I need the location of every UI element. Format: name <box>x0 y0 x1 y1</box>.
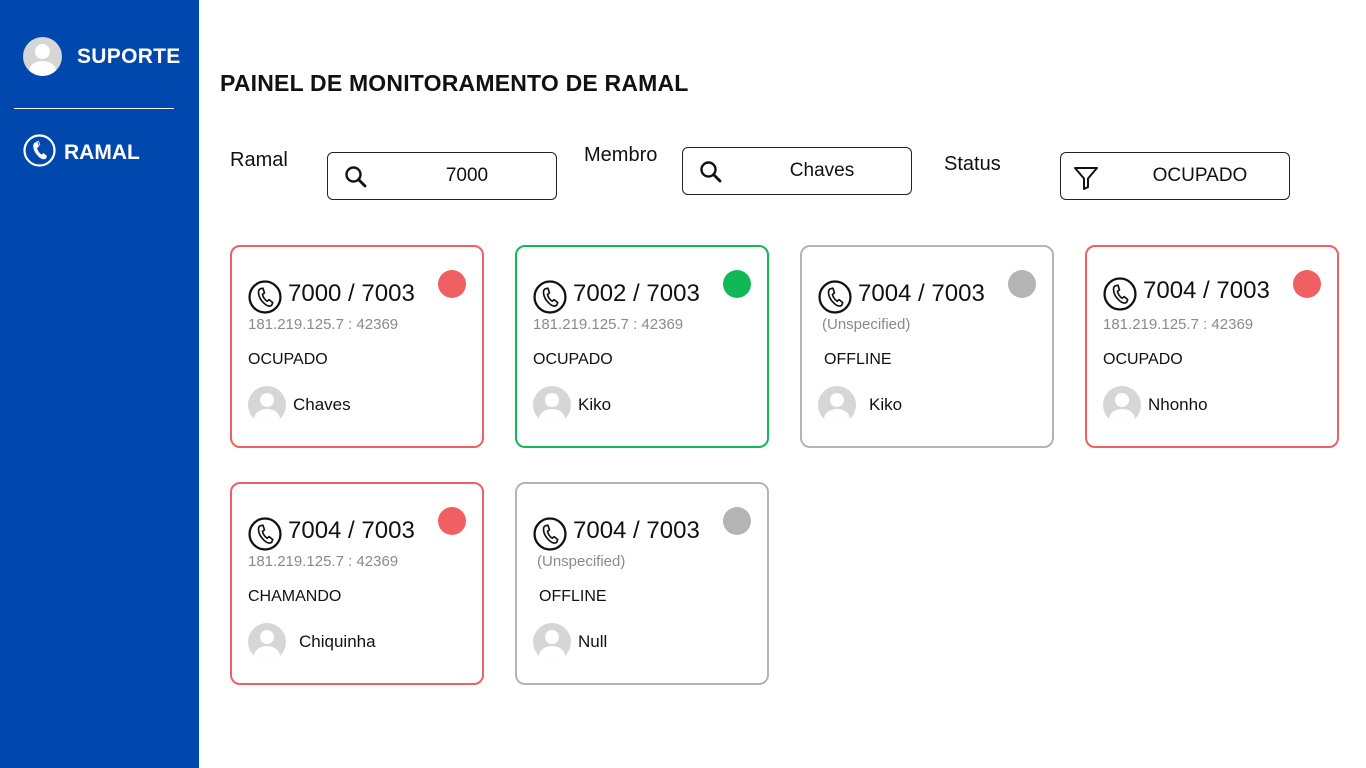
extension-address: 181.219.125.7 : 42369 <box>248 553 399 570</box>
sidebar-divider <box>14 108 174 109</box>
member-name: Null <box>578 632 608 651</box>
extension-number: 7004 / 7003 <box>858 280 985 307</box>
status-dot-icon <box>438 270 466 298</box>
extension-number: 7004 / 7003 <box>288 517 415 544</box>
ramal-search-input[interactable]: 7000 <box>327 152 557 200</box>
extension-number: 7000 / 7003 <box>288 280 415 307</box>
extension-number: 7004 / 7003 <box>573 517 700 544</box>
extension-address: (Unspecified) <box>537 553 626 570</box>
extension-status: OFFLINE <box>539 588 607 605</box>
status-dot-icon <box>438 507 466 535</box>
extension-card[interactable]: 7004 / 7003 (Unspecified) OFFLINE Null <box>515 482 769 685</box>
phone-icon <box>248 517 282 556</box>
member-name: Chiquinha <box>299 632 376 651</box>
extension-address: 181.219.125.7 : 42369 <box>533 316 684 333</box>
extension-card[interactable]: 7004 / 7003 (Unspecified) OFFLINE Kiko <box>800 245 1054 448</box>
member-name: Nhonho <box>1148 395 1208 414</box>
sidebar-user[interactable]: SUPORTE <box>23 37 181 76</box>
search-icon <box>344 165 368 194</box>
status-dot-icon <box>1008 270 1036 298</box>
member-name: Kiko <box>869 395 903 414</box>
phone-icon <box>818 280 852 319</box>
extension-status: CHAMANDO <box>248 588 342 605</box>
ramal-search-value: 7000 <box>445 165 489 186</box>
member-avatar-icon <box>533 386 571 424</box>
membro-filter-label: Membro <box>584 144 658 166</box>
extension-address: 181.219.125.7 : 42369 <box>1103 316 1254 333</box>
extension-number: 7004 / 7003 <box>1143 277 1270 304</box>
sidebar-item-label: RAMAL <box>64 141 140 164</box>
phone-icon <box>23 134 56 172</box>
membro-search-input[interactable]: Chaves <box>682 147 912 195</box>
user-avatar-icon <box>23 37 62 76</box>
status-dot-icon <box>723 507 751 535</box>
status-filter-value: OCUPADO <box>1152 165 1248 186</box>
member-name: Chaves <box>293 395 351 414</box>
member-name: Kiko <box>578 395 612 414</box>
status-filter-label: Status <box>944 153 1001 175</box>
extension-address: (Unspecified) <box>822 316 911 333</box>
status-dot-icon <box>1293 270 1321 298</box>
member-avatar-icon <box>818 386 856 424</box>
phone-icon <box>533 517 567 556</box>
extension-status: OCUPADO <box>1103 351 1183 368</box>
search-icon <box>699 160 723 189</box>
member-avatar-icon <box>1103 386 1141 424</box>
extension-address: 181.219.125.7 : 42369 <box>248 316 399 333</box>
sidebar-item-ramal[interactable]: RAMAL <box>23 134 140 172</box>
extension-number: 7002 / 7003 <box>573 280 700 307</box>
extension-status: OFFLINE <box>824 351 892 368</box>
extension-status: OCUPADO <box>248 351 328 368</box>
phone-icon <box>1103 277 1137 316</box>
extension-status: OCUPADO <box>533 351 613 368</box>
extension-card[interactable]: 7004 / 7003 181.219.125.7 : 42369 CHAMANDO… <box>230 482 484 685</box>
sidebar: SUPORTE RAMAL <box>0 0 199 768</box>
extension-card[interactable]: 7002 / 7003 181.219.125.7 : 42369 OCUPADO K… <box>515 245 769 448</box>
member-avatar-icon <box>248 623 286 661</box>
membro-search-value: Chaves <box>789 160 855 181</box>
filter-icon <box>1073 165 1099 196</box>
phone-icon <box>533 280 567 319</box>
ramal-filter-label: Ramal <box>230 149 288 171</box>
member-avatar-icon <box>533 623 571 661</box>
sidebar-user-label: SUPORTE <box>77 44 181 68</box>
extension-card[interactable]: 7004 / 7003 181.219.125.7 : 42369 OCUPADO N… <box>1085 245 1339 448</box>
member-avatar-icon <box>248 386 286 424</box>
status-dot-icon <box>723 270 751 298</box>
phone-icon <box>248 280 282 319</box>
page-title: PAINEL DE MONITORAMENTO DE RAMAL <box>220 70 689 96</box>
extension-card[interactable]: 7000 / 7003 181.219.125.7 : 42369 OCUPADO C… <box>230 245 484 448</box>
status-filter-select[interactable]: OCUPADO <box>1060 152 1290 200</box>
